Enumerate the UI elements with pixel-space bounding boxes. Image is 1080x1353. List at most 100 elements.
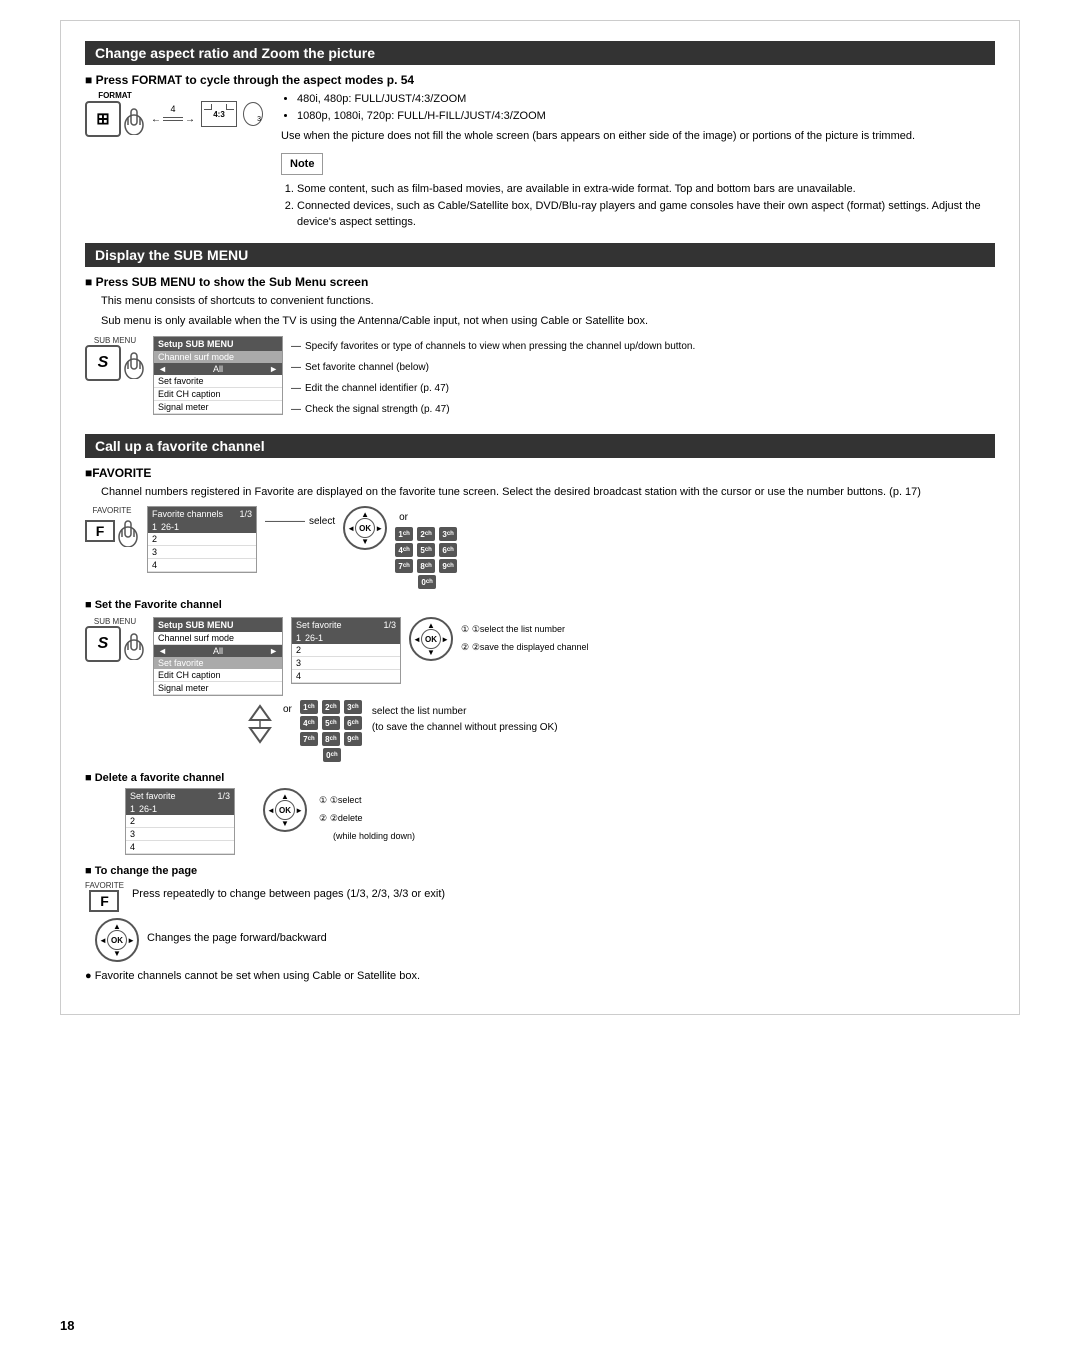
sf-btn-8[interactable]: 8ch [322,732,340,746]
ok-btn-set-fav[interactable]: ◄► ▲▼ OK [409,617,453,661]
set-fav-s-icon: S [85,626,121,662]
format-diagram-row: FORMAT ⊞ [85,91,263,137]
ok-btn-fav[interactable]: ◄► ▲▼ OK [343,506,387,550]
screen-rect: 4:3 [201,101,237,127]
screen-oval: 3 [243,102,263,126]
sf-btn-3[interactable]: 3ch [344,700,362,714]
set-fav-title: ■ Set the Favorite channel [85,599,995,611]
format-label: FORMAT [98,91,132,100]
num-btn-2[interactable]: 2ch [417,527,435,541]
ok-btn-del-fav[interactable]: ◄► ▲▼ OK [263,788,307,832]
del-fav-row-3: 3 [126,828,234,841]
bullet-item: 1080p, 1080i, 720p: FULL/H-FILL/JUST/4:3… [297,108,995,125]
del-fav-row-2: 2 [126,815,234,828]
page-container: Change aspect ratio and Zoom the picture… [60,20,1020,1015]
sub-menu-annotations: — Specify favorites or type of channels … [291,338,695,422]
change-page-f-icon: F [89,890,119,912]
sf-btn-2[interactable]: 2ch [322,700,340,714]
delete-fav-table: Set favorite 1/3 1 26-1 2 3 [125,788,235,855]
ok-btn-change-page[interactable]: ◄► ▲▼ OK [95,918,139,962]
sf-0-wrap: 0ch [300,748,364,762]
num-btn-9[interactable]: 9ch [439,559,457,573]
change-page-row2: ◄► ▲▼ OK Changes the page forward/backwa… [85,918,995,962]
set-fav-menu-table: Setup SUB MENU Channel surf mode ◄All► S… [153,617,283,696]
ok-circle-del[interactable]: ◄► ▲▼ OK [263,788,307,832]
del-step2-note: (while holding down) [333,828,415,844]
set-fav-row-3: 3 [292,657,400,670]
sub-icon-hand: S [85,345,145,381]
section-title-sub-menu: Display the SUB MENU [95,247,248,263]
ann-line-2: — Set favorite channel (below) [291,359,695,377]
set-fav-section: ■ Set the Favorite channel SUB MENU S [85,599,995,762]
del-fav-steps: ① ①select ② ②delete (while holding down) [319,792,415,844]
ann-line-1: — Specify favorites or type of channels … [291,338,695,356]
sf-btn-1[interactable]: 1ch [300,700,318,714]
updown-arrow-area [245,704,275,744]
or-num-grid-area: 1ch 2ch 3ch 4ch 5ch 6ch 7ch 8ch 9ch 0ch [300,700,364,762]
sf-btn-5[interactable]: 5ch [322,716,340,730]
favorite-subsection: ■FAVORITE Channel numbers registered in … [85,466,995,590]
section-sub-menu: Display the SUB MENU ■ Press SUB MENU to… [85,243,995,422]
ok-circle[interactable]: ◄► ▲▼ OK [343,506,387,550]
ok-desc-text: Changes the page forward/backward [147,930,327,947]
sub-menu-table: Setup SUB MENU Channel surf mode ◄All► S… [153,336,283,415]
num-btn-0-wrap: 0ch [395,575,459,589]
num-btn-1[interactable]: 1ch [395,527,413,541]
select-line: ———— select [265,516,335,527]
sf-btn-9[interactable]: 9ch [344,732,362,746]
ud-arrows: ▲▼ [345,508,385,548]
sub-menu-desc1: This menu consists of shortcuts to conve… [101,293,995,310]
ud-arrows-cp: ▲▼ [97,920,137,960]
note-label: Note [281,153,323,176]
num-btn-8[interactable]: 8ch [417,559,435,573]
delete-fav-row: Set favorite 1/3 1 26-1 2 3 [85,788,995,855]
format-text-area: 480i, 480p: FULL/JUST/4:3/ZOOM 1080p, 10… [281,91,995,231]
section-title-aspect: Change aspect ratio and Zoom the picture [95,45,375,61]
sf-btn-7[interactable]: 7ch [300,732,318,746]
note-item: Some content, such as film-based movies,… [297,181,995,198]
sf-btn-0[interactable]: 0ch [323,748,341,762]
del-step1: ① ①select [319,792,415,810]
or-num-group: or 1ch 2ch 3ch 4ch 5ch 6ch 7ch 8ch 9ch 0… [395,510,459,589]
updown-arrow-icon [245,704,275,744]
ok-circle-set-fav[interactable]: ◄► ▲▼ OK [409,617,453,661]
hand-icon [123,103,145,135]
sub-menu-diagram-row: SUB MENU S Setup SUB MENU Channe [85,336,995,422]
bottom-note: ● Favorite channels cannot be set when u… [85,970,995,982]
use-text: Use when the picture does not fill the w… [281,128,995,145]
fav-row-4: 4 [148,559,256,572]
change-page-fav-group: FAVORITE F [85,881,124,912]
delete-fav-section: ■ Delete a favorite channel Set favorite… [85,772,995,855]
sub-menu-icon-group: SUB MENU S [85,336,145,381]
num-btn-0[interactable]: 0ch [418,575,436,589]
num-btn-7[interactable]: 7ch [395,559,413,573]
set-fav-menu-row-all: ◄All► [154,645,282,657]
fav-title: ■FAVORITE [85,466,995,480]
section-header-sub-menu: Display the SUB MENU [85,243,995,267]
subsection-format: ■ Press FORMAT to cycle through the aspe… [85,73,995,231]
num-btn-5[interactable]: 5ch [417,543,435,557]
set-fav-row-4: 4 [292,670,400,683]
num-btn-3[interactable]: 3ch [439,527,457,541]
note-list: Some content, such as film-based movies,… [281,181,995,231]
num-btn-4[interactable]: 4ch [395,543,413,557]
del-fav-header: Set favorite 1/3 [126,789,234,803]
menu-row-edit-ch: Edit CH caption [154,388,282,401]
menu-row-all: ◄All► [154,363,282,375]
subsection-sub-menu: ■ Press SUB MENU to show the Sub Menu sc… [85,275,995,422]
set-fav-icon-hand: S [85,626,145,662]
set-fav-row-2: 2 [292,644,400,657]
set-fav-steps: ① ①select the list number ② ②save the di… [461,621,589,657]
fav-diagram-row: FAVORITE F Favorite channels [85,506,995,589]
ud-arrows-del: ▲▼ [265,790,305,830]
section-header-aspect: Change aspect ratio and Zoom the picture [85,41,995,65]
num-btn-6[interactable]: 6ch [439,543,457,557]
ok-circle-cp[interactable]: ◄► ▲▼ OK [95,918,139,962]
set-fav-icon-group: SUB MENU S [85,617,145,662]
menu-header: Setup SUB MENU [154,337,282,351]
hand-icon-set-fav [123,628,145,660]
menu-row-set-fav: Set favorite [154,375,282,388]
sf-btn-4[interactable]: 4ch [300,716,318,730]
fav-channels-table: Favorite channels 1/3 1 26-1 2 3 4 [147,506,257,573]
sf-btn-6[interactable]: 6ch [344,716,362,730]
